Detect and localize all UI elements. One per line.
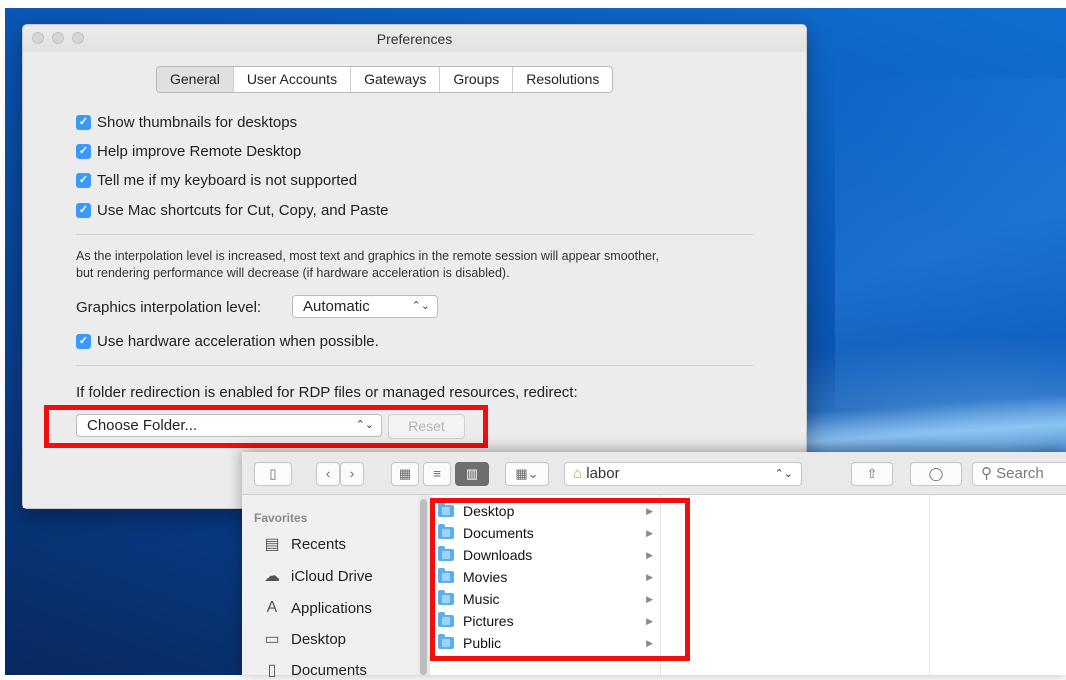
sidebar-item-desktop[interactable]: ▭ Desktop	[262, 630, 347, 649]
cloud-icon: ☁	[264, 568, 280, 585]
checkbox-label: Tell me if my keyboard is not supported	[97, 172, 358, 189]
keyboard-warning-option[interactable]: ✓ Tell me if my keyboard is not supporte…	[76, 172, 357, 189]
recents-icon: ▤	[264, 536, 280, 553]
interpolation-note-line: but rendering performance will decrease …	[76, 266, 510, 280]
documents-icon: ▯	[267, 662, 277, 679]
updown-chevron-icon: ⌃⌄	[411, 300, 430, 312]
sidebar-toggle-icon[interactable]: ▯	[254, 462, 292, 486]
checkbox-label: Use hardware acceleration when possible.	[97, 333, 379, 350]
sidebar-heading: Favorites	[254, 511, 308, 525]
share-icon[interactable]: ⇧	[851, 462, 893, 486]
checkbox-label: Show thumbnails for desktops	[97, 114, 298, 131]
interpolation-level-label: Graphics interpolation level:	[76, 299, 262, 316]
home-icon: ⌂	[573, 465, 583, 482]
checkbox-checked-icon[interactable]: ✓	[76, 334, 91, 349]
list-view-icon[interactable]: ≡	[423, 462, 451, 486]
tab-groups[interactable]: Groups	[440, 67, 514, 92]
wallpaper-light-beam	[835, 78, 1066, 408]
section-divider	[76, 365, 753, 366]
tab-user-accounts[interactable]: User Accounts	[234, 67, 352, 92]
tab-general[interactable]: General	[157, 67, 234, 92]
sidebar-item-icloud-drive[interactable]: ☁ iCloud Drive	[262, 567, 373, 586]
checkbox-checked-icon[interactable]: ✓	[76, 144, 91, 159]
highlight-box-folder-list	[430, 498, 690, 661]
applications-icon: A	[266, 599, 278, 616]
forward-arrow-icon[interactable]: ›	[340, 462, 364, 486]
tab-resolutions[interactable]: Resolutions	[513, 67, 612, 92]
sidebar-item-label: Desktop	[291, 630, 347, 648]
interpolation-level-value: Automatic	[303, 298, 370, 315]
highlight-box-folder-popup	[44, 405, 488, 448]
sidebar-item-label: Documents	[291, 661, 367, 679]
tab-gateways[interactable]: Gateways	[351, 67, 441, 92]
desktop-icon: ▭	[264, 631, 280, 648]
scrollbar-thumb[interactable]	[420, 499, 427, 675]
path-popup[interactable]: ⌂ labor ⌃⌄	[564, 462, 802, 486]
search-field[interactable]: ⚲ Search	[972, 462, 1066, 486]
sidebar-item-label: iCloud Drive	[291, 567, 373, 585]
sidebar-item-label: Applications	[291, 599, 372, 617]
sidebar-item-recents[interactable]: ▤ Recents	[262, 535, 347, 554]
checkbox-label: Help improve Remote Desktop	[97, 143, 302, 160]
tag-icon[interactable]: ◯	[910, 462, 962, 486]
finder-toolbar: ▯ ‹ › ▦ ≡ ▥ ▦⌄ ⌂ labor ⌃⌄ ⇧ ◯ ⚲ Search	[242, 452, 1066, 495]
mac-shortcuts-option[interactable]: ✓ Use Mac shortcuts for Cut, Copy, and P…	[76, 202, 389, 219]
folder-redirection-label: If folder redirection is enabled for RDP…	[76, 384, 578, 401]
browser-column-2	[661, 495, 930, 675]
icon-view-icon[interactable]: ▦	[391, 462, 419, 486]
sidebar-item-applications[interactable]: A Applications	[262, 599, 372, 617]
sidebar-item-documents[interactable]: ▯ Documents	[262, 661, 367, 680]
title-bar[interactable]: Preferences	[23, 25, 806, 52]
help-improve-option[interactable]: ✓ Help improve Remote Desktop	[76, 143, 301, 160]
gallery-view-menu-icon[interactable]: ▦⌄	[505, 462, 549, 486]
checkbox-checked-icon[interactable]: ✓	[76, 115, 91, 130]
finder-sidebar: Favorites ▤ Recents ☁ iCloud Drive A App…	[242, 495, 418, 679]
search-placeholder: Search	[996, 465, 1044, 482]
interpolation-level-popup[interactable]: Automatic ⌃⌄	[292, 295, 438, 318]
path-label: labor	[586, 465, 620, 482]
interpolation-note-line: As the interpolation level is increased,…	[76, 249, 659, 263]
interpolation-description: As the interpolation level is increased,…	[76, 248, 766, 282]
checkbox-label: Use Mac shortcuts for Cut, Copy, and Pas…	[97, 202, 389, 219]
window-title: Preferences	[376, 31, 453, 47]
updown-chevron-icon: ⌃⌄	[774, 468, 793, 480]
search-icon: ⚲	[981, 465, 992, 482]
section-divider	[76, 234, 753, 235]
column-view-icon[interactable]: ▥	[455, 462, 489, 486]
back-arrow-icon[interactable]: ‹	[316, 462, 340, 486]
hardware-acceleration-option[interactable]: ✓ Use hardware acceleration when possibl…	[76, 333, 379, 350]
show-thumbnails-option[interactable]: ✓ Show thumbnails for desktops	[76, 114, 297, 131]
checkbox-checked-icon[interactable]: ✓	[76, 173, 91, 188]
sidebar-item-label: Recents	[291, 535, 347, 553]
checkbox-checked-icon[interactable]: ✓	[76, 203, 91, 218]
preferences-tab-bar: General User Accounts Gateways Groups Re…	[156, 66, 614, 93]
sidebar-scrollbar[interactable]	[418, 495, 430, 675]
